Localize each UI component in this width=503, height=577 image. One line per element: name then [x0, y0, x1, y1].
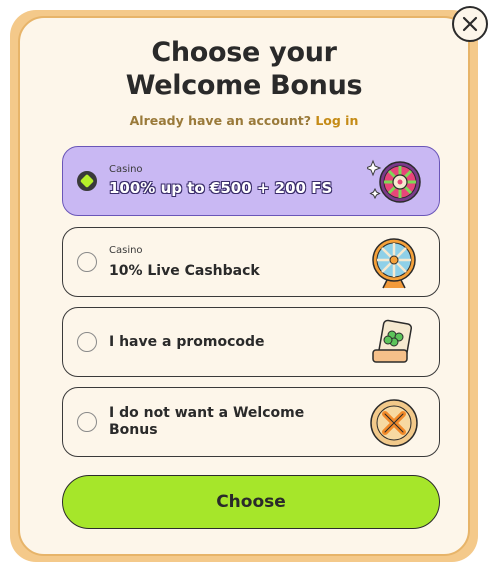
bonus-option-live-cashback[interactable]: Casino 10% Live Cashback	[62, 227, 440, 297]
radio-button[interactable]	[77, 412, 97, 432]
login-link[interactable]: Log in	[315, 113, 358, 128]
option-label: I do not want a Welcome Bonus	[109, 405, 349, 439]
option-label-line-1: I do not want a Welcome	[109, 405, 305, 421]
radio-button-selected[interactable]	[77, 171, 97, 191]
option-label-line-2: Bonus	[109, 422, 158, 438]
wheel-icon	[372, 238, 416, 289]
option-label: 100% up to €500 + 200 FS	[109, 179, 333, 197]
close-icon	[462, 16, 478, 32]
radio-button[interactable]	[77, 252, 97, 272]
choose-button[interactable]: Choose	[62, 475, 440, 529]
clover-ticket-icon	[372, 319, 413, 363]
option-label: I have a promocode	[109, 334, 265, 350]
title-line-1: Choose your	[151, 37, 337, 68]
cross-coin-icon	[370, 399, 418, 447]
account-prompt: Already have an account? Log in	[18, 113, 470, 128]
title-line-2: Welcome Bonus	[125, 70, 363, 101]
bonus-option-no-bonus[interactable]: I do not want a Welcome Bonus	[62, 387, 440, 457]
option-category: Casino	[109, 164, 143, 175]
option-label: 10% Live Cashback	[109, 263, 260, 279]
page-title: Choose your Welcome Bonus	[18, 36, 470, 102]
option-category: Casino	[109, 245, 143, 256]
bonus-option-casino-deposit[interactable]: Casino 100% up to €500 + 200 FS	[62, 146, 440, 216]
radio-button[interactable]	[77, 332, 97, 352]
bonus-option-promocode[interactable]: I have a promocode	[62, 307, 440, 377]
account-prompt-text: Already have an account?	[129, 113, 311, 128]
roulette-icon	[367, 159, 421, 203]
